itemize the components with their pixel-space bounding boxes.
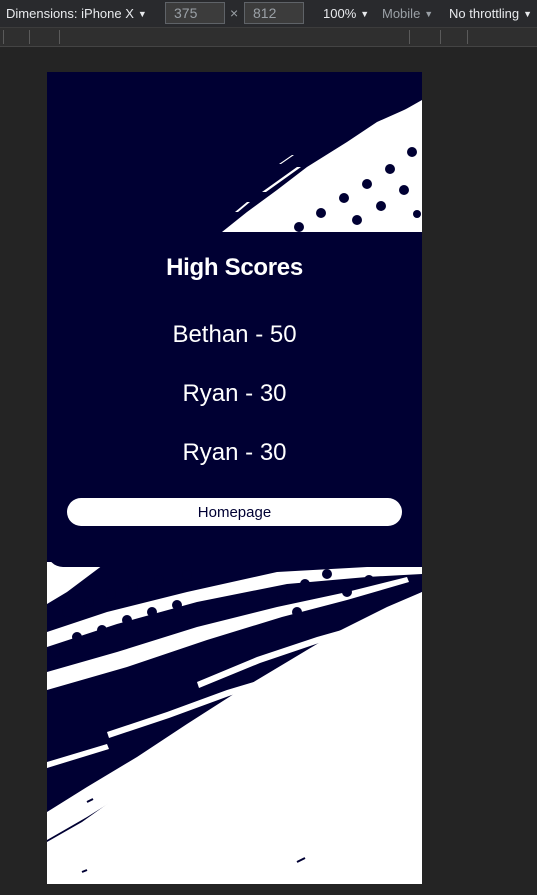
chevron-down-icon: ▼ [137, 9, 147, 19]
width-input[interactable]: 375 [165, 2, 225, 24]
ruler-tick [29, 30, 30, 44]
zoom-label: 100% [323, 6, 357, 21]
chevron-down-icon: ▼ [424, 9, 434, 19]
score-item: Ryan - 30 [182, 439, 287, 466]
score-item: Ryan - 30 [182, 380, 287, 407]
throttling-dropdown[interactable]: No throttling ▼ [449, 0, 532, 27]
media-query-ruler[interactable] [0, 28, 537, 47]
ruler-tick [467, 30, 468, 44]
mobile-label: Mobile [382, 6, 421, 21]
high-scores-card: High Scores Bethan - 50 Ryan - 30 Ryan -… [47, 232, 422, 567]
homepage-button[interactable]: Homepage [67, 498, 402, 526]
chevron-down-icon: ▼ [360, 9, 370, 19]
page-title: High Scores [166, 254, 303, 281]
ruler-tick [440, 30, 441, 44]
ruler-tick [3, 30, 4, 44]
ruler-tick [59, 30, 60, 44]
dimension-separator: × [230, 5, 239, 21]
devtools-device-toolbar: Dimensions: iPhone X ▼ 375 × 812 100% ▼ Mo… [0, 0, 537, 28]
zoom-dropdown[interactable]: 100% ▼ [323, 0, 369, 27]
ruler-tick [409, 30, 410, 44]
score-item: Bethan - 50 [172, 321, 297, 348]
mobile-dropdown[interactable]: Mobile ▼ [382, 0, 433, 27]
height-input[interactable]: 812 [244, 2, 304, 24]
throttling-label: No throttling [449, 6, 520, 21]
device-viewport: High Scores Bethan - 50 Ryan - 30 Ryan -… [47, 72, 422, 884]
dimensions-dropdown[interactable]: Dimensions: iPhone X ▼ [6, 0, 147, 27]
chevron-down-icon: ▼ [523, 9, 533, 19]
dimensions-label: Dimensions: iPhone X [6, 6, 134, 21]
